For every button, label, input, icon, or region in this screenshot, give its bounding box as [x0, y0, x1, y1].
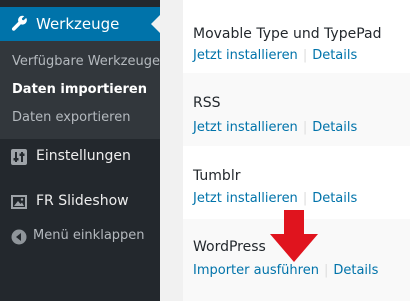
- submenu-item-verfuegbare-werkzeuge[interactable]: Verfügbare Werkzeuge: [12, 54, 160, 69]
- importer-title: RSS: [193, 95, 221, 111]
- importer-title: WordPress: [193, 239, 266, 255]
- slideshow-image-icon: [11, 195, 27, 209]
- collapse-arrow-icon: [11, 229, 27, 245]
- wrench-icon: [11, 15, 27, 31]
- importer-row: RSS Jetzt installieren | Details: [183, 73, 410, 146]
- menu-item-werkzeuge[interactable]: Werkzeuge: [0, 7, 160, 41]
- importer-actions: Jetzt installieren | Details: [193, 120, 357, 135]
- importer-actions: Jetzt installieren | Details: [193, 48, 357, 63]
- menu-item-einstellungen[interactable]: Einstellungen: [0, 140, 160, 174]
- details-link[interactable]: Details: [312, 191, 357, 206]
- submenu-werkzeuge: Verfügbare Werkzeuge Daten importieren D…: [0, 41, 160, 139]
- collapse-menu-button[interactable]: Menü einklappen: [0, 220, 160, 254]
- install-link[interactable]: Jetzt installieren: [193, 48, 298, 63]
- install-link[interactable]: Jetzt installieren: [193, 191, 298, 206]
- importer-actions: Importer ausführen | Details: [193, 263, 378, 278]
- collapse-menu-label: Menü einklappen: [33, 228, 145, 243]
- importer-actions: Jetzt installieren | Details: [193, 191, 357, 206]
- run-importer-link[interactable]: Importer ausführen: [193, 263, 319, 278]
- active-indicator: [151, 15, 160, 33]
- menu-item-label: Werkzeuge: [36, 15, 120, 33]
- details-link[interactable]: Details: [312, 120, 357, 135]
- menu-item-label: FR Slideshow: [36, 193, 129, 209]
- details-link[interactable]: Details: [333, 263, 378, 278]
- importer-row: Tumblr Jetzt installieren | Details: [183, 146, 410, 219]
- menu-item-fr-slideshow[interactable]: FR Slideshow: [0, 185, 160, 219]
- importer-row: Movable Type und TypePad Jetzt installie…: [183, 0, 410, 73]
- settings-sliders-icon: [11, 149, 27, 165]
- importer-title: Movable Type und TypePad: [193, 26, 382, 42]
- separator: |: [302, 191, 308, 206]
- submenu-item-daten-exportieren[interactable]: Daten exportieren: [12, 110, 130, 125]
- details-link[interactable]: Details: [312, 48, 357, 63]
- red-down-arrow-icon: [270, 210, 318, 262]
- menu-item-label: Einstellungen: [36, 148, 131, 164]
- separator: |: [323, 263, 329, 278]
- importer-title: Tumblr: [193, 168, 241, 184]
- separator: |: [302, 120, 308, 135]
- separator: |: [302, 48, 308, 63]
- install-link[interactable]: Jetzt installieren: [193, 120, 298, 135]
- submenu-item-daten-importieren[interactable]: Daten importieren: [12, 82, 147, 97]
- admin-sidebar: Werkzeuge Verfügbare Werkzeuge Daten imp…: [0, 0, 160, 301]
